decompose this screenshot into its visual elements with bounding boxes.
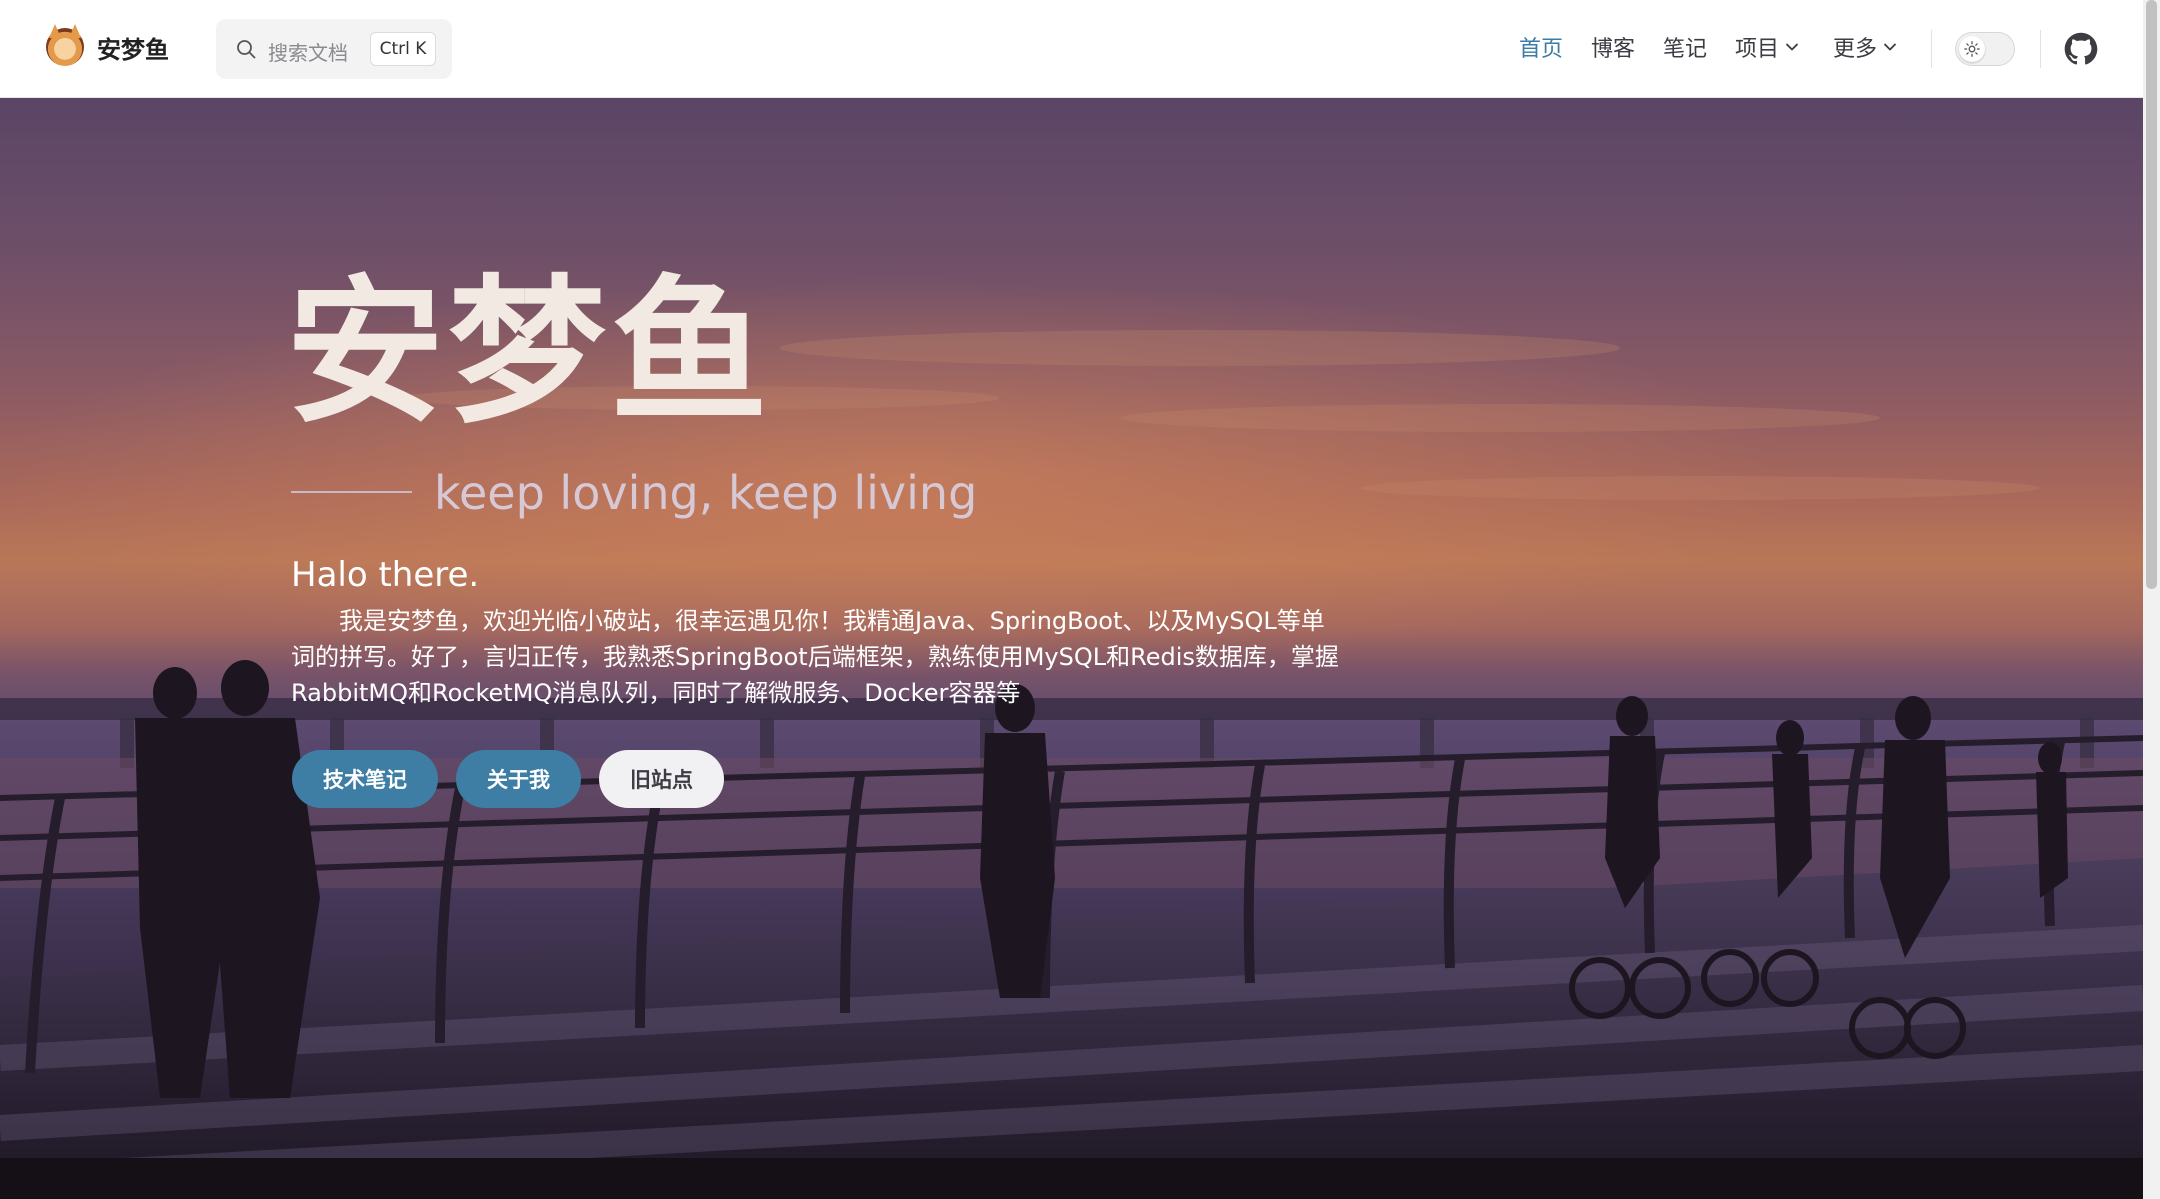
toggle-knob: [1959, 36, 1985, 62]
nav-item-more[interactable]: 更多: [1833, 31, 1897, 63]
button-label: 旧站点: [630, 768, 693, 792]
nav-divider: [1931, 30, 1932, 68]
nav-item-label: 项目: [1735, 37, 1780, 62]
button-label: 关于我: [487, 768, 550, 792]
old-site-button[interactable]: 旧站点: [599, 750, 724, 808]
nav-item-label: 笔记: [1663, 37, 1708, 62]
hero-greeting: Halo there.: [291, 555, 480, 595]
search-button[interactable]: 搜索文档 Ctrl K: [216, 19, 452, 79]
nav-item-label: 更多: [1833, 37, 1878, 62]
page-scrollbar-thumb[interactable]: [2146, 0, 2157, 589]
nav-divider: [2040, 30, 2041, 68]
button-label: 技术笔记: [323, 768, 407, 792]
hero-tagline: keep loving, keep living: [434, 466, 978, 520]
tagline-decoration-line: [291, 491, 412, 493]
sun-icon: [1964, 41, 1980, 57]
nav-item-projects[interactable]: 项目: [1735, 31, 1799, 63]
theme-toggle[interactable]: [1955, 32, 2015, 66]
hero-section: 安梦鱼 keep loving, keep living Halo there.…: [0, 98, 2143, 1199]
about-me-button[interactable]: 关于我: [456, 750, 581, 808]
nav-item-label: 博客: [1591, 37, 1636, 62]
top-navbar: 安梦鱼 搜索文档 Ctrl K 首页 博客 笔记 项目 更多: [0, 0, 2143, 98]
github-icon[interactable]: [2064, 32, 2098, 66]
hero-title: 安梦鱼: [286, 261, 772, 445]
search-icon: [237, 40, 256, 59]
nav-item-notes[interactable]: 笔记: [1663, 31, 1707, 63]
hero-intro-text: 我是安梦鱼，欢迎光临小破站，很幸运遇见你！我精通Java、SpringBoot、…: [291, 607, 1339, 707]
nav-item-home[interactable]: 首页: [1519, 31, 1563, 63]
chevron-down-icon: [1786, 43, 1798, 51]
brand-link[interactable]: 安梦鱼: [46, 28, 169, 66]
chevron-down-icon: [1884, 43, 1896, 51]
brand-name: 安梦鱼: [97, 35, 169, 64]
nav-item-label: 首页: [1519, 37, 1564, 62]
search-shortcut-key: Ctrl K: [370, 32, 436, 66]
tech-notes-button[interactable]: 技术笔记: [292, 750, 438, 808]
search-placeholder: 搜索文档: [268, 41, 348, 65]
nav-item-blog[interactable]: 博客: [1591, 31, 1635, 63]
brand-logo-icon: [46, 28, 84, 66]
